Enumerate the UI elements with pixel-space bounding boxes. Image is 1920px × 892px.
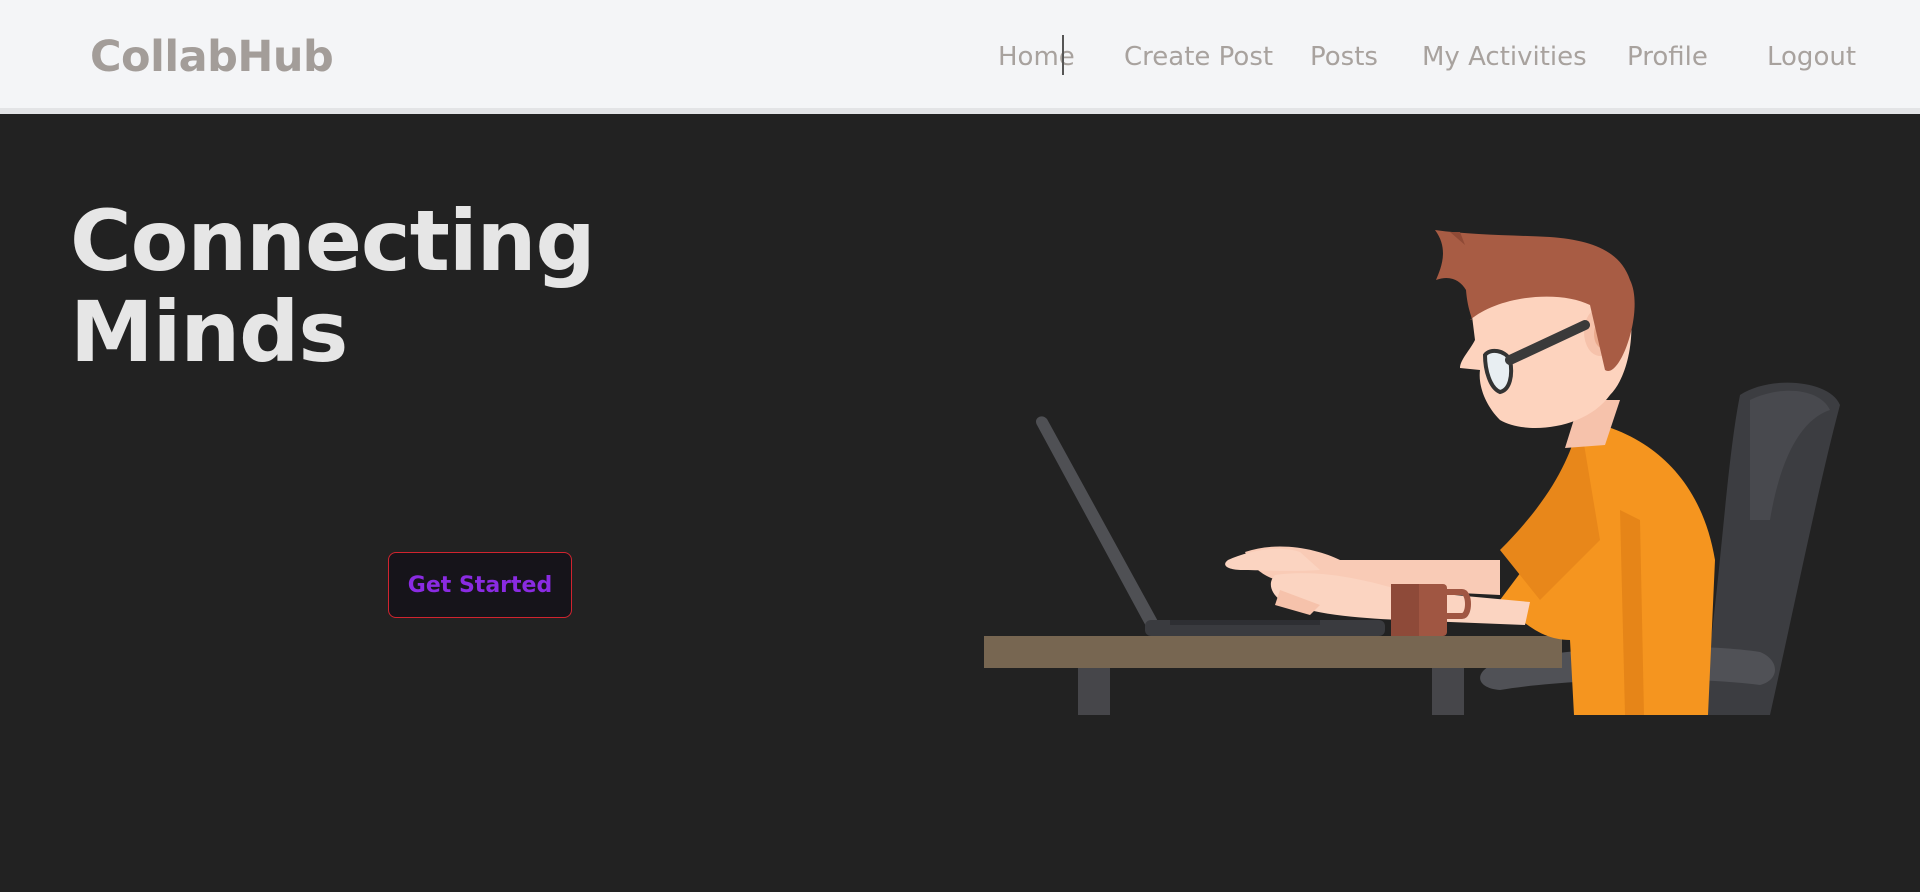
nav-create-post[interactable]: Create Post (1124, 42, 1273, 72)
nav-my-activities[interactable]: My Activities (1422, 42, 1587, 72)
nav-profile[interactable]: Profile (1627, 42, 1708, 72)
text-cursor (1062, 35, 1064, 75)
desk-icon (984, 636, 1562, 715)
navbar: CollabHub Home Create Post Posts My Acti… (0, 0, 1920, 114)
hero-title-line-1: Connecting (70, 192, 596, 290)
brand-logo[interactable]: CollabHub (90, 32, 334, 82)
hero-title: Connecting Minds (70, 196, 770, 378)
person-at-laptop-illustration (984, 230, 1840, 715)
hero-title-line-2: Minds (70, 283, 348, 381)
get-started-button[interactable]: Get Started (388, 552, 572, 618)
nav-posts[interactable]: Posts (1310, 42, 1378, 72)
nav-logout[interactable]: Logout (1767, 42, 1856, 72)
